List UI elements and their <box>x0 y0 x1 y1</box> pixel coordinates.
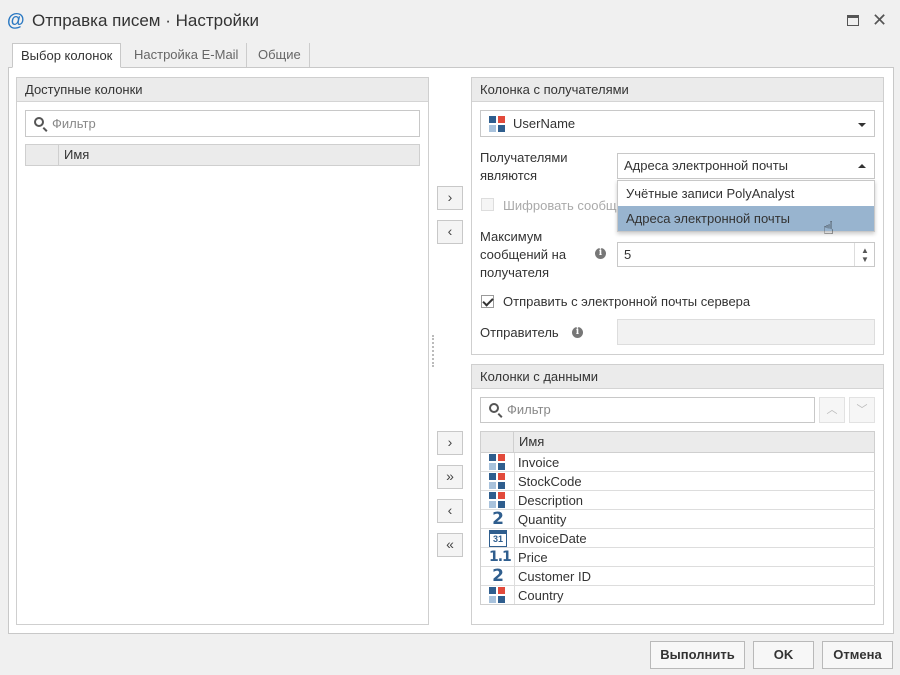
max-messages-input[interactable]: 5 ▲ ▼ <box>617 242 875 267</box>
add-column-button[interactable]: › <box>437 186 463 210</box>
run-button[interactable]: Выполнить <box>650 641 745 669</box>
filter-placeholder: Фильтр <box>52 116 96 131</box>
grid-header-name[interactable]: Имя <box>519 432 544 452</box>
close-icon[interactable]: ✕ <box>872 10 887 30</box>
tab-column-selection[interactable]: Выбор колонок <box>12 43 122 68</box>
available-columns-header: Доступные колонки <box>17 78 428 102</box>
filter-placeholder: Фильтр <box>507 402 551 417</box>
grid-header-icon-cell <box>481 432 514 452</box>
info-icon: i <box>572 327 583 338</box>
table-row[interactable]: 1.1 Price <box>481 548 875 567</box>
table-row[interactable]: Country <box>481 586 875 605</box>
grid-header-name[interactable]: Имя <box>64 145 89 165</box>
data-columns-filter-input[interactable]: Фильтр <box>480 397 815 423</box>
column-name: InvoiceDate <box>518 531 587 546</box>
chevron-up-icon: ︿ <box>826 404 838 416</box>
integer-column-icon: 2 <box>492 509 504 529</box>
column-name: Country <box>518 588 564 603</box>
encrypt-checkbox[interactable] <box>481 198 494 211</box>
spin-down-icon[interactable]: ▼ <box>861 256 869 264</box>
max-messages-value: 5 <box>624 247 632 262</box>
grid-header-icon-cell <box>26 145 59 165</box>
table-row[interactable]: 2 Quantity <box>481 510 875 529</box>
table-row[interactable]: StockCode <box>481 472 875 491</box>
column-name: Quantity <box>518 512 567 527</box>
sender-label: Отправитель <box>480 325 559 340</box>
tab-general[interactable]: Общие <box>250 43 310 68</box>
splitter-handle[interactable] <box>432 335 434 367</box>
maximize-icon[interactable] <box>847 15 859 26</box>
at-sign-icon: @ <box>7 10 25 30</box>
move-down-button[interactable]: ﹀ <box>849 397 875 423</box>
chevron-down-icon <box>858 123 866 127</box>
ok-button[interactable]: OK <box>753 641 814 669</box>
info-icon: i <box>595 248 606 259</box>
table-row[interactable]: 2 Customer ID <box>481 567 875 586</box>
recipient-column-value: UserName <box>513 116 576 131</box>
window-title: Отправка писем · Настройки <box>32 11 259 30</box>
search-icon <box>489 403 499 413</box>
send-from-server-label: Отправить с электронной почты сервера <box>503 294 751 309</box>
date-column-icon: 31 <box>489 530 507 547</box>
chevron-up-icon <box>858 164 866 168</box>
chevron-down-icon: ﹀ <box>856 404 868 416</box>
recipients-header: Колонка с получателями <box>472 78 883 102</box>
data-columns-grid: Invoice StockCode Description 2 Quantity… <box>480 453 875 605</box>
remove-data-column-button[interactable]: ‹ <box>437 499 463 523</box>
available-columns-grid-header: Имя <box>25 144 420 166</box>
recipients-type-select[interactable]: Адреса электронной почты <box>617 153 875 179</box>
text-column-icon <box>489 492 507 509</box>
text-column-icon <box>489 473 507 490</box>
data-columns-grid-header: Имя <box>480 431 875 453</box>
data-columns-header: Колонки с данными <box>472 365 883 389</box>
text-column-icon <box>489 587 507 604</box>
numeric-column-icon: 1.1 <box>489 549 512 565</box>
tab-email-settings[interactable]: Настройка E-Mail <box>126 43 248 68</box>
hand-cursor-icon: ☝ <box>823 218 834 238</box>
add-data-column-button[interactable]: › <box>437 431 463 455</box>
dropdown-option-email-addresses[interactable]: Адреса электронной почты <box>618 206 874 231</box>
search-icon <box>34 117 44 127</box>
table-row[interactable]: 31 InvoiceDate <box>481 529 875 548</box>
column-name: Invoice <box>518 455 560 470</box>
recipients-are-label: Получателями являются <box>480 150 568 183</box>
recipients-type-dropdown-list: Учётные записи PolyAnalyst Адреса электр… <box>617 180 875 232</box>
column-name: Description <box>518 493 584 508</box>
send-from-server-checkbox[interactable] <box>481 295 494 308</box>
remove-column-button[interactable]: ‹ <box>437 220 463 244</box>
number-spinner[interactable]: ▲ ▼ <box>854 243 874 266</box>
available-columns-filter-input[interactable]: Фильтр <box>25 110 420 137</box>
text-column-icon <box>489 454 507 471</box>
spin-up-icon[interactable]: ▲ <box>861 247 869 255</box>
add-all-data-columns-button[interactable]: » <box>437 465 463 489</box>
column-name: Customer ID <box>518 569 591 584</box>
max-messages-label: Максимум сообщений на получателя <box>480 229 567 280</box>
recipient-column-select[interactable]: UserName <box>480 110 875 137</box>
sender-input[interactable] <box>617 319 875 345</box>
table-row[interactable]: Description <box>481 491 875 510</box>
available-columns-panel: Доступные колонки Фильтр Имя <box>16 77 429 625</box>
column-name: Price <box>518 550 548 565</box>
move-up-button[interactable]: ︿ <box>819 397 845 423</box>
recipients-type-value: Адреса электронной почты <box>624 158 788 173</box>
cancel-button[interactable]: Отмена <box>822 641 893 669</box>
column-name: StockCode <box>518 474 582 489</box>
text-column-icon <box>489 116 505 132</box>
integer-column-icon: 2 <box>492 566 504 586</box>
remove-all-data-columns-button[interactable]: « <box>437 533 463 557</box>
table-row[interactable]: Invoice <box>481 453 875 472</box>
dropdown-option-polyanalyst-accounts[interactable]: Учётные записи PolyAnalyst <box>618 181 874 206</box>
